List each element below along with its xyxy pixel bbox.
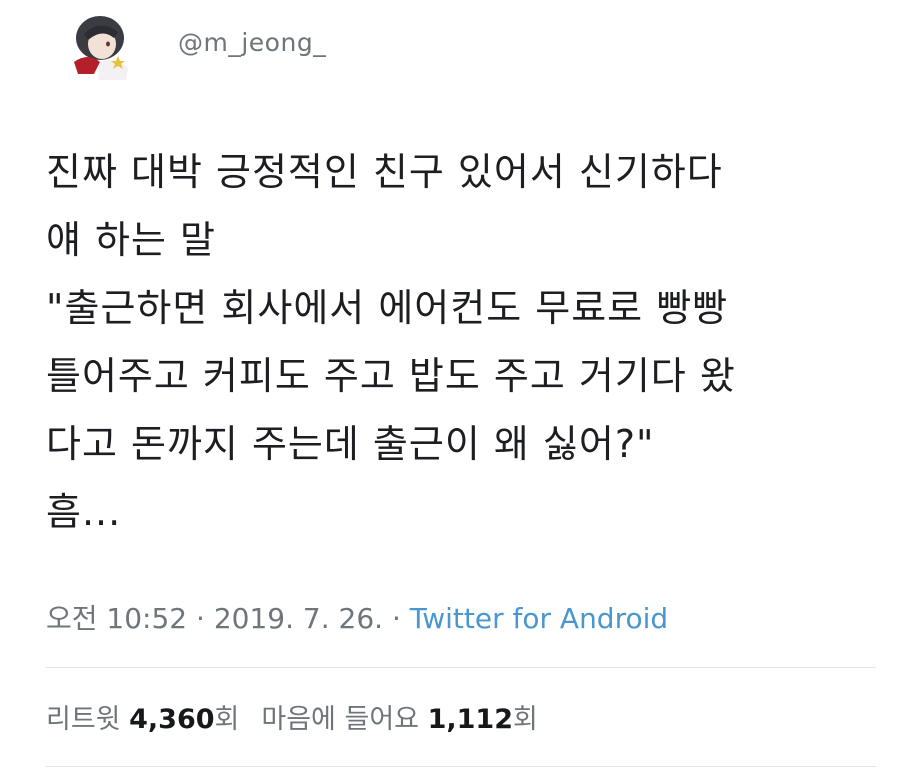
avatar[interactable] [48, 12, 148, 80]
likes-label: 마음에 들어요 [261, 704, 419, 735]
tweet-source-link[interactable]: Twitter for Android [410, 602, 668, 635]
likes-stat[interactable]: 마음에 들어요 1,112회 [261, 704, 537, 735]
divider [46, 766, 876, 767]
tweet-text: 진짜 대박 긍정적인 친구 있어서 신기하다 얘 하는 말 "출근하면 회사에서… [46, 138, 876, 546]
tweet-text-line: 얘 하는 말 [46, 218, 216, 262]
tweet-card: @m_jeong_ 진짜 대박 긍정적인 친구 있어서 신기하다 얘 하는 말 … [0, 0, 900, 782]
retweets-label: 리트윗 [46, 704, 121, 735]
meta-separator: · [391, 602, 401, 635]
tweet-header [48, 12, 148, 80]
avatar-image-icon [74, 16, 128, 80]
retweets-stat[interactable]: 리트윗 4,360회 [46, 704, 239, 735]
tweet-text-line: 틀어주고 커피도 주고 밥도 주고 거기다 왔 [46, 354, 736, 398]
divider [46, 667, 876, 668]
likes-unit: 회 [513, 704, 538, 735]
retweets-count: 4,360 [129, 704, 215, 735]
tweet-text-line: 흠... [46, 490, 122, 534]
meta-separator: · [196, 602, 205, 635]
tweet-time[interactable]: 오전 10:52 [46, 602, 187, 635]
tweet-text-line: 진짜 대박 긍정적인 친구 있어서 신기하다 [46, 150, 723, 194]
likes-count: 1,112 [427, 704, 513, 735]
tweet-text-line: "출근하면 회사에서 에어컨도 무료로 빵빵 [46, 286, 729, 330]
tweet-stats: 리트윗 4,360회 마음에 들어요 1,112회 [46, 697, 538, 736]
tweet-text-line: 다고 돈까지 주는데 출근이 왜 싫어?" [46, 422, 655, 466]
user-handle[interactable]: @m_jeong_ [178, 28, 326, 57]
tweet-meta: 오전 10:52 · 2019. 7. 26. · Twitter for An… [46, 597, 668, 637]
tweet-date[interactable]: 2019. 7. 26. [214, 602, 383, 635]
retweets-unit: 회 [214, 704, 240, 735]
